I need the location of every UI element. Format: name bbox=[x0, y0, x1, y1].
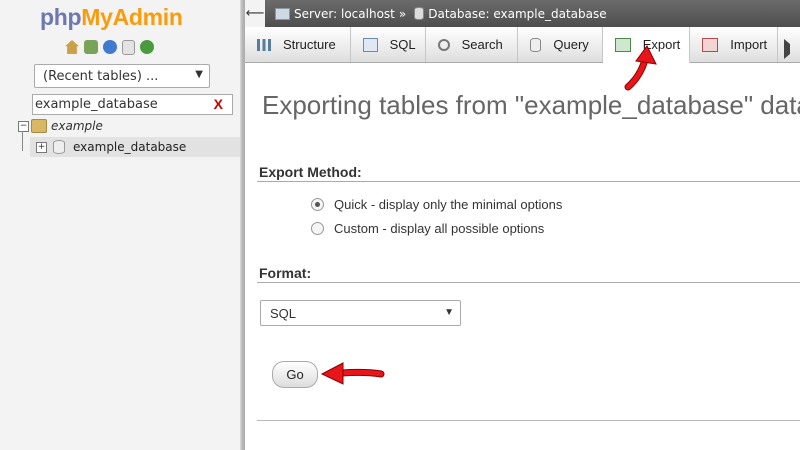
annotation-arrow-export-icon bbox=[624, 45, 657, 91]
annotation-layer bbox=[320, 45, 657, 385]
annotation-arrow-go-icon bbox=[320, 362, 385, 385]
